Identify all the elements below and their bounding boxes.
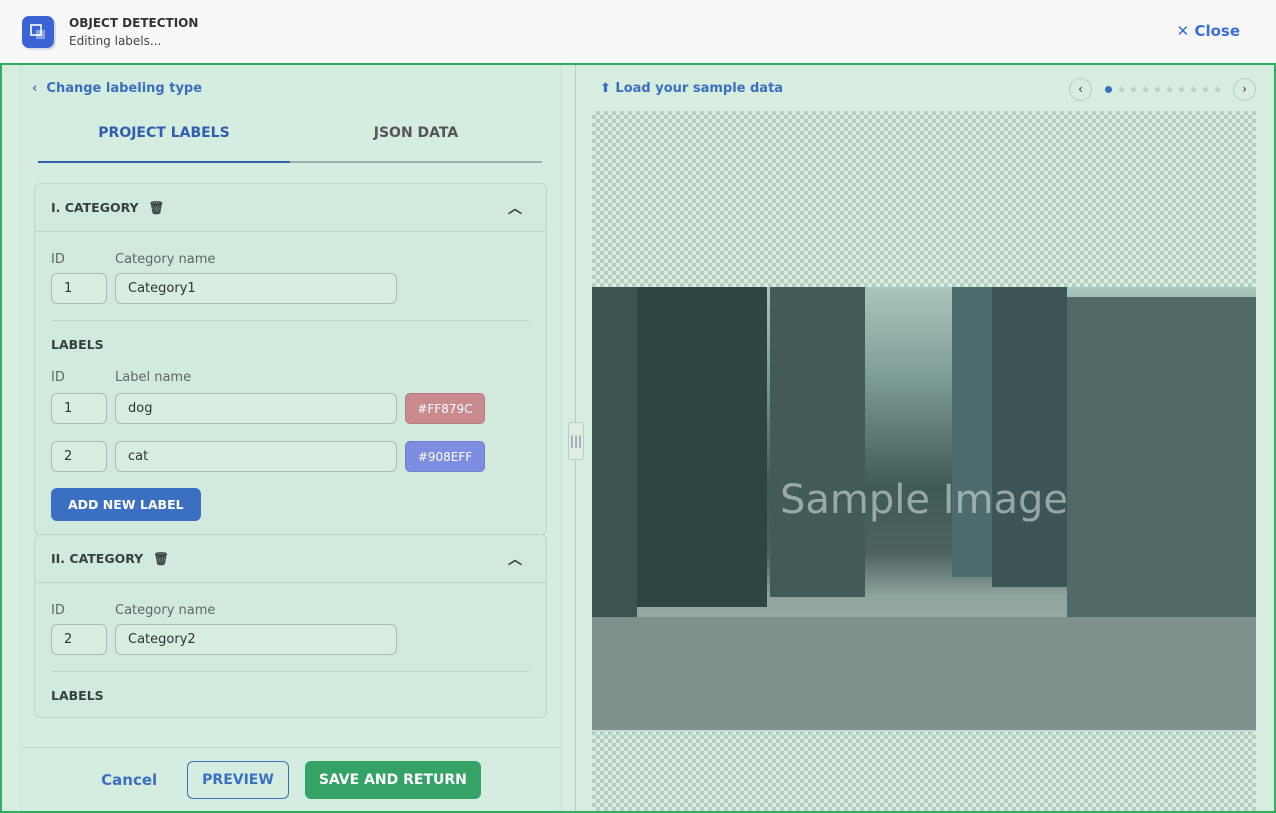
label-color-swatch[interactable]: #FF879C [405, 393, 485, 424]
add-new-label-button[interactable]: ADD NEW LABEL [51, 488, 201, 521]
change-labeling-type-link[interactable]: ‹ Change labeling type [32, 81, 202, 96]
labels-heading: LABELS [51, 337, 104, 352]
cancel-button[interactable]: Cancel [101, 771, 157, 789]
category-title: II. CATEGORY [51, 551, 144, 566]
load-sample-data-button[interactable]: ⬆ Load your sample data [600, 81, 783, 96]
category-card: I. CATEGORY 🗑 ︿ ID Category name 1 Category1… [34, 183, 547, 536]
id-label: ID [51, 252, 65, 267]
label-id-input[interactable]: 2 [51, 441, 107, 472]
pager-dot[interactable] [1105, 86, 1112, 93]
pager-dot[interactable] [1119, 87, 1124, 92]
resize-handle[interactable]: ||| [568, 422, 584, 460]
category-card: II. CATEGORY 🗑 ︿ ID Category name 2 Category… [34, 534, 547, 718]
chevron-up-icon[interactable]: ︿ [508, 549, 522, 569]
trash-icon[interactable]: 🗑 [149, 200, 165, 216]
app-title: OBJECT DETECTION [69, 15, 199, 30]
footer-actions: Cancel PREVIEW SAVE AND RETURN [22, 747, 560, 811]
image-canvas: Sample Image [592, 111, 1256, 811]
preview-button[interactable]: PREVIEW [187, 760, 289, 799]
upload-icon: ⬆ [600, 81, 616, 96]
labels-heading: LABELS [51, 688, 104, 703]
prev-sample-button[interactable]: ‹ [1069, 78, 1092, 101]
header: OBJECT DETECTION Editing labels... ✕ Clo… [0, 0, 1276, 63]
category-name-input[interactable]: Category1 [115, 273, 397, 304]
label-id-input[interactable]: 1 [51, 393, 107, 424]
pager-dot[interactable] [1167, 87, 1172, 92]
label-id-header: ID [51, 370, 65, 385]
category-name-label: Category name [115, 603, 216, 618]
pager-dot[interactable] [1131, 87, 1136, 92]
preview-panel: ⬆ Load your sample data ‹ › Sample Image [592, 65, 1256, 811]
labels-panel: ‹ Change labeling type PROJECT LABELS JS… [22, 65, 560, 811]
object-detection-icon [22, 15, 54, 48]
pager-dot[interactable] [1191, 87, 1196, 92]
sample-image: Sample Image [592, 287, 1256, 730]
categories-list[interactable]: I. CATEGORY 🗑 ︿ ID Category name 1 Category1… [34, 183, 547, 753]
category-name-label: Category name [115, 252, 216, 267]
save-and-return-button[interactable]: SAVE AND RETURN [304, 760, 481, 799]
tab-project-labels[interactable]: PROJECT LABELS [38, 111, 290, 163]
sample-pager: ‹ › [1069, 78, 1256, 101]
tab-json-data[interactable]: JSON DATA [290, 111, 542, 161]
pager-dot[interactable] [1155, 87, 1160, 92]
close-icon: ✕ [1176, 22, 1195, 40]
category-id-input[interactable]: 2 [51, 624, 107, 655]
pager-dot[interactable] [1203, 87, 1208, 92]
category-id-input[interactable]: 1 [51, 273, 107, 304]
category-title: I. CATEGORY [51, 200, 139, 215]
label-name-input[interactable]: cat [115, 441, 397, 472]
close-button[interactable]: ✕ Close [1177, 22, 1240, 40]
pager-dot[interactable] [1179, 87, 1184, 92]
label-name-input[interactable]: dog [115, 393, 397, 424]
id-label: ID [51, 603, 65, 618]
category-name-input[interactable]: Category2 [115, 624, 397, 655]
label-name-header: Label name [115, 370, 192, 385]
next-sample-button[interactable]: › [1233, 78, 1256, 101]
chevron-up-icon[interactable]: ︿ [508, 198, 522, 218]
app-subtitle: Editing labels... [69, 33, 162, 48]
pager-dot[interactable] [1143, 87, 1148, 92]
sample-image-watermark: Sample Image [780, 477, 1068, 523]
trash-icon[interactable]: 🗑 [153, 551, 169, 567]
chevron-left-icon: ‹ [32, 81, 47, 96]
editor: ‹ Change labeling type PROJECT LABELS JS… [0, 63, 1276, 813]
pager-dot[interactable] [1215, 87, 1220, 92]
label-color-swatch[interactable]: #908EFF [405, 441, 485, 472]
